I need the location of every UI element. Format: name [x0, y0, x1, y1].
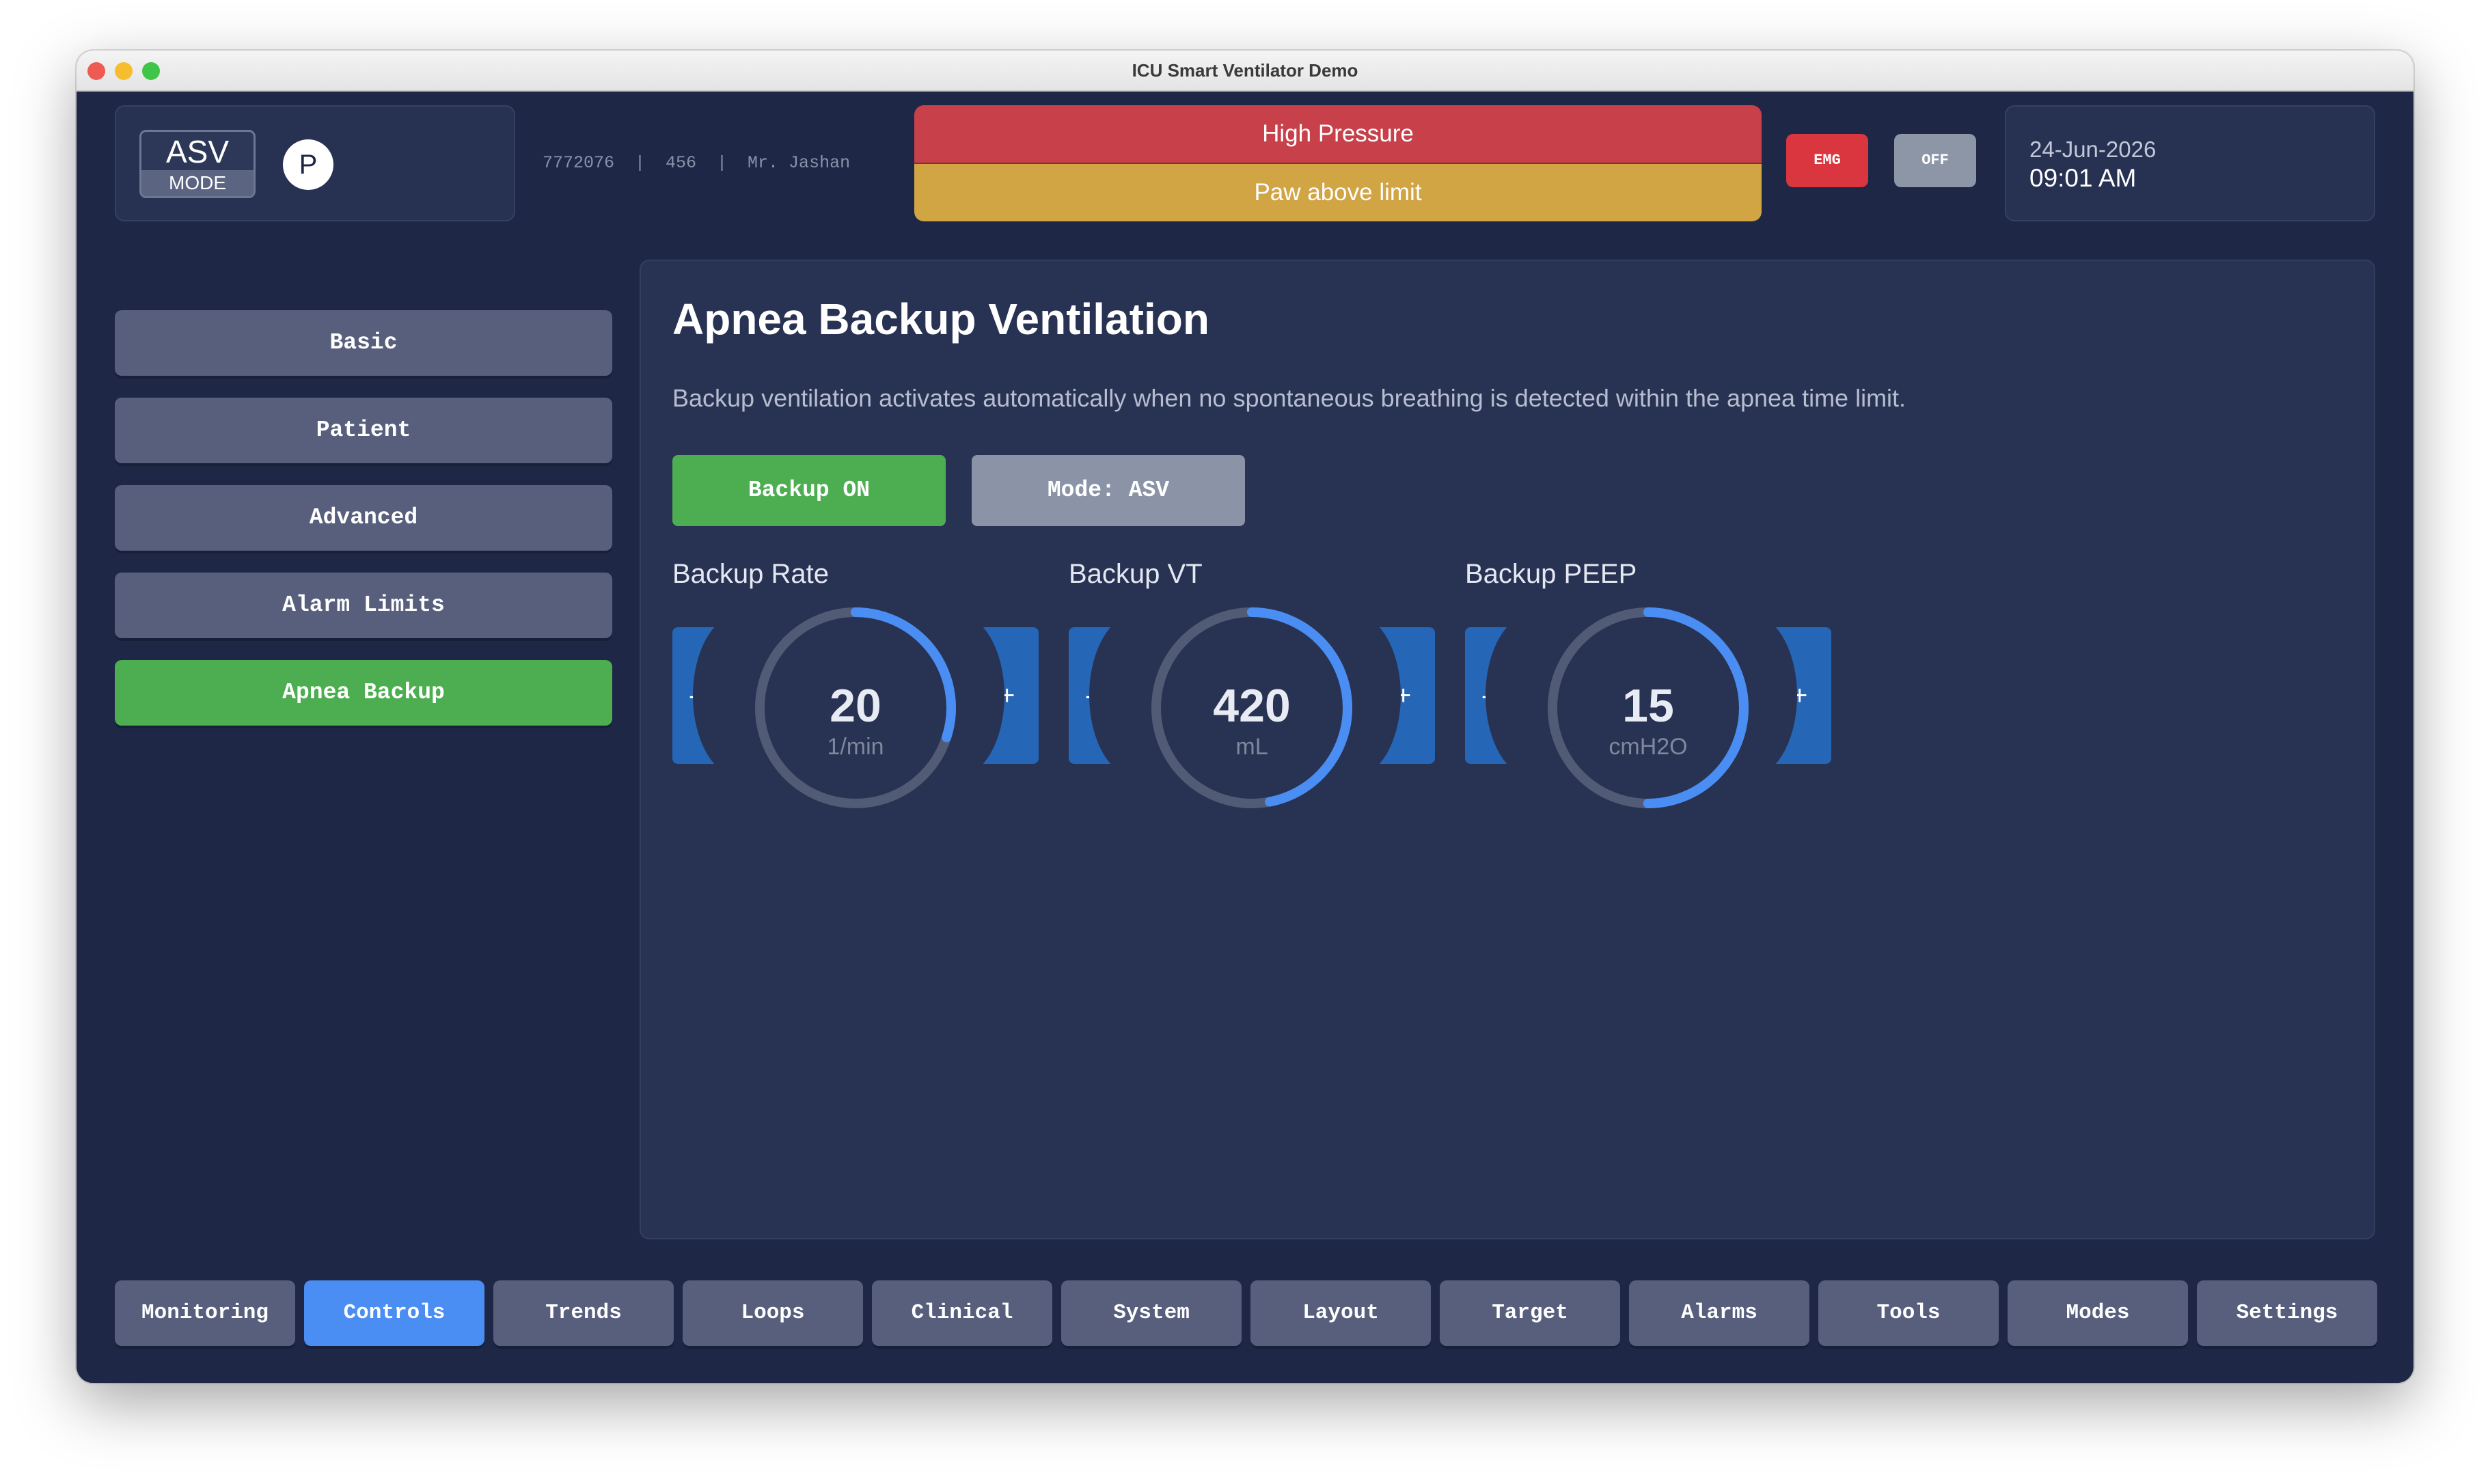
emergency-button[interactable]: EMG [1786, 134, 1868, 187]
alarm-high-pressure[interactable]: High Pressure [914, 105, 1762, 164]
window-title: ICU Smart Ventilator Demo [1132, 60, 1358, 81]
profile-badge[interactable]: P [283, 139, 333, 190]
backup-peep-unit: cmH2O [1609, 734, 1688, 760]
backup-toggle-button[interactable]: Backup ON [672, 455, 946, 526]
backup-peep-label: Backup PEEP [1465, 559, 1637, 589]
page-title: Apnea Backup Ventilation [672, 294, 1209, 344]
nav-tab-tools[interactable]: Tools [1818, 1280, 1999, 1346]
mode-card: ASV MODE P [115, 105, 515, 221]
sidebar-item-patient[interactable]: Patient [115, 398, 612, 463]
nav-tab-alarms[interactable]: Alarms [1629, 1280, 1809, 1346]
nav-tab-layout[interactable]: Layout [1250, 1280, 1431, 1346]
time-display: 09:01 AM [2029, 164, 2137, 192]
backup-rate-unit: 1/min [827, 734, 884, 760]
nav-tab-system[interactable]: System [1061, 1280, 1242, 1346]
sidebar-item-advanced[interactable]: Advanced [115, 485, 612, 551]
apnea-backup-panel: Apnea Backup Ventilation Backup ventilat… [640, 260, 2375, 1239]
backup-rate-increment-button[interactable]: + [909, 614, 1039, 778]
sidebar-item-alarm-limits[interactable]: Alarm Limits [115, 573, 612, 638]
alarm-paw-limit[interactable]: Paw above limit [914, 164, 1762, 221]
mode-select-button[interactable]: Mode: ASV [972, 455, 1245, 526]
nav-tab-trends[interactable]: Trends [493, 1280, 674, 1346]
title-bar: ICU Smart Ventilator Demo [77, 51, 2413, 92]
backup-rate-label: Backup Rate [672, 559, 830, 589]
backup-peep-increment-button[interactable]: + [1701, 614, 1831, 778]
nav-tab-loops[interactable]: Loops [683, 1280, 863, 1346]
clock-card: 24-Jun-2026 09:01 AM [2005, 105, 2375, 221]
nav-tab-clinical[interactable]: Clinical [872, 1280, 1052, 1346]
app-window: ICU Smart Ventilator Demo ASV MODE P 777… [77, 51, 2413, 1383]
backup-rate-value: 20 [830, 680, 881, 732]
alarm-banner[interactable]: High Pressure Paw above limit [914, 105, 1762, 221]
ventilator-screen: ASV MODE P 7772076 | 456 | Mr. Jashan Hi… [77, 92, 2413, 1383]
backup-peep-control: Backup PEEP - + 15 cmH2O [1465, 559, 1831, 808]
nav-tab-target[interactable]: Target [1440, 1280, 1620, 1346]
sidebar-item-apnea-backup[interactable]: Apnea Backup [115, 660, 612, 726]
patient-info: 7772076 | 456 | Mr. Jashan [543, 153, 851, 173]
backup-vt-value: 420 [1213, 680, 1291, 732]
backup-vt-label: Backup VT [1069, 559, 1203, 589]
date-display: 24-Jun-2026 [2029, 137, 2157, 162]
panel-description: Backup ventilation activates automatical… [672, 384, 1906, 412]
backup-vt-decrement-button[interactable]: - [1069, 614, 1185, 778]
off-button[interactable]: OFF [1894, 134, 1976, 187]
nav-tab-modes[interactable]: Modes [2008, 1280, 2188, 1346]
backup-vt-unit: mL [1235, 734, 1268, 760]
nav-tab-controls[interactable]: Controls [304, 1280, 484, 1346]
sidebar-item-basic[interactable]: Basic [115, 310, 612, 376]
backup-rate-control: Backup Rate - + 20 1/min [672, 559, 1039, 808]
backup-peep-decrement-button[interactable]: - [1465, 614, 1581, 778]
mode-indicator[interactable]: ASV MODE [139, 130, 256, 198]
backup-rate-decrement-button[interactable]: - [672, 614, 789, 778]
nav-tab-settings[interactable]: Settings [2197, 1280, 2377, 1346]
backup-vt-increment-button[interactable]: + [1305, 614, 1435, 778]
backup-peep-value: 15 [1622, 680, 1674, 732]
mode-name: ASV [165, 134, 230, 169]
nav-tab-monitoring[interactable]: Monitoring [115, 1280, 295, 1346]
mode-label: MODE [141, 170, 254, 196]
backup-vt-control: Backup VT - + 420 mL [1069, 559, 1435, 808]
